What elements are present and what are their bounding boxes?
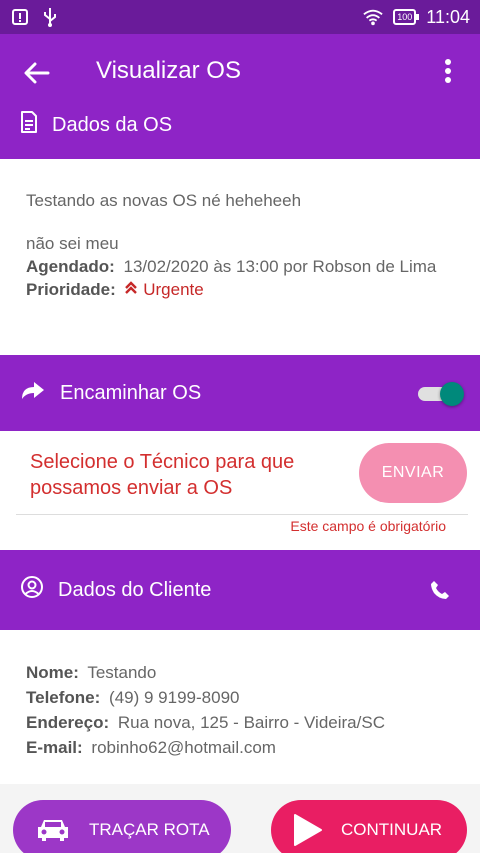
back-arrow-icon[interactable] [20,56,54,90]
send-button[interactable]: ENVIAR [359,443,467,503]
address-value: Rua nova, 125 - Bairro - Videira/SC [117,713,385,732]
name-value: Testando [87,663,157,682]
continue-label: CONTINUAR [341,820,443,839]
name-label: Nome: [26,663,79,682]
technician-select-card: Selecione o Técnico para que possamos en… [0,431,480,550]
forward-os-toggle[interactable] [418,382,464,406]
continue-button[interactable]: CONTINUAR [271,800,467,853]
email-value: robinho62@hotmail.com [91,738,276,757]
user-circle-icon [20,575,44,605]
status-bar: 100 11:04 [0,0,480,34]
wifi-icon [363,7,383,27]
client-section-header: Dados do Cliente [0,550,480,630]
scheduled-row: Agendado: 13/02/2020 às 13:00 por Robson… [26,255,454,278]
document-icon [20,110,38,140]
os-description: Testando as novas OS né heheheeh [26,191,302,210]
os-section-header: Dados da OS [20,110,172,140]
scheduled-label: Agendado: [26,257,115,276]
battery-icon: 100 [393,9,420,25]
page-title: Visualizar OS [96,57,241,84]
client-name-row: Nome: Testando [26,660,454,685]
phone-value: (49) 9 9199-8090 [109,688,240,707]
email-label: E-mail: [26,738,83,757]
forward-os-label: Encaminhar OS [60,381,202,404]
address-label: Endereço: [26,713,110,732]
priority-value: Urgente [143,280,204,299]
app-bar: Visualizar OS Dados da OS [0,34,480,159]
usb-icon [40,7,60,27]
double-chevron-up-icon [124,280,143,299]
priority-label: Prioridade: [26,280,116,299]
os-details-card: Testando as novas OS né heheheeh não sei… [0,159,480,355]
scheduled-value: 13/02/2020 às 13:00 por Robson de Lima [123,257,437,276]
client-phone-row: Telefone: (49) 9 9199-8090 [26,685,454,710]
forward-arrow-icon [20,379,46,407]
trace-route-label: TRAÇAR ROTA [89,820,210,839]
trace-route-button[interactable]: TRAÇAR ROTA [13,800,231,853]
technician-select[interactable]: Selecione o Técnico para que possamos en… [30,449,350,501]
more-vert-icon[interactable] [438,56,458,86]
alert-icon [10,7,30,27]
os-note: não sei meu [26,234,119,253]
required-error: Este campo é obrigatório [290,518,446,534]
toggle-thumb [440,382,464,406]
select-underline [16,514,468,515]
client-email-row: E-mail: robinho62@hotmail.com [26,735,454,760]
section-title: Dados da OS [52,113,173,136]
client-details-card: Nome: Testando Telefone: (49) 9 9199-809… [0,630,480,784]
car-icon [33,815,73,845]
priority-row: Prioridade: Urgente [26,278,454,301]
forward-os-bar: Encaminhar OS [0,355,480,431]
client-address-row: Endereço: Rua nova, 125 - Bairro - Videi… [26,710,454,735]
client-section-title: Dados do Cliente [58,578,212,601]
play-icon [289,812,325,848]
phone-label: Telefone: [26,688,101,707]
phone-icon[interactable] [428,578,452,602]
clock: 11:04 [426,6,470,27]
